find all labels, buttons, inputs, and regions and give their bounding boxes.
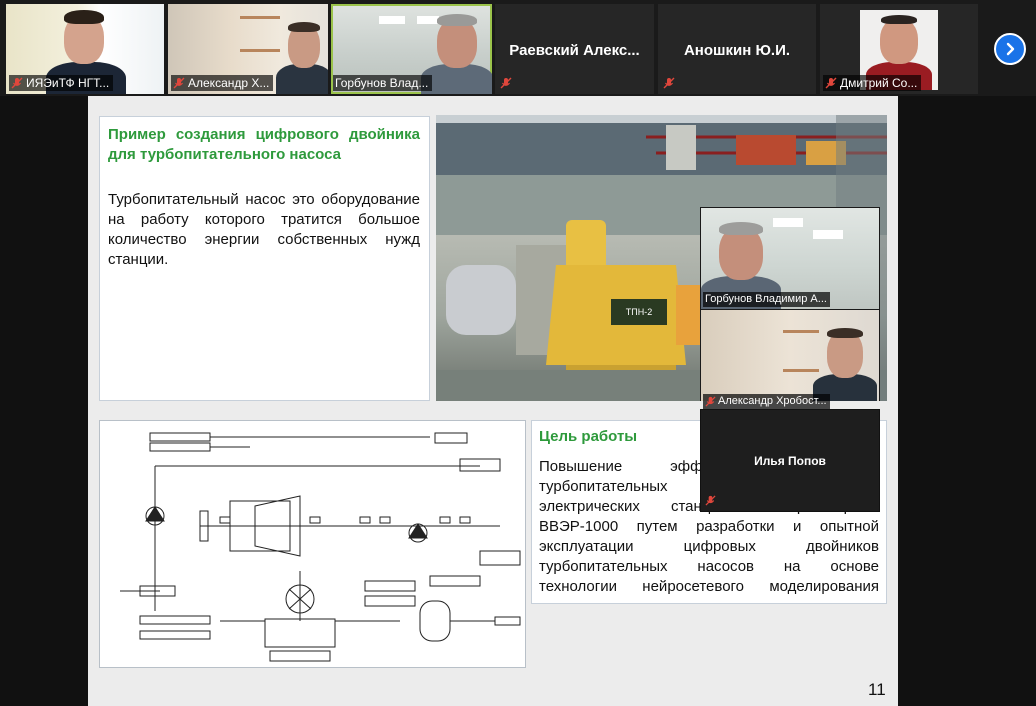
participant-name-tag: Александр Х... (171, 75, 274, 91)
participant-name-tag: Александр Хробост... (703, 394, 830, 409)
ceiling-light (379, 16, 405, 24)
participant-video (276, 22, 328, 94)
participant-name: Горбунов Влад... (335, 76, 429, 90)
participant-name: Аношкин Ю.И. (683, 42, 791, 59)
participant-name-tag: Горбунов Влад... (333, 75, 433, 91)
participant-tile[interactable]: Дмитрий Со... (820, 4, 978, 94)
floating-participant-tile[interactable] (700, 309, 880, 401)
participant-tile[interactable]: ИЯЭиТФ НГТ... (6, 4, 164, 94)
floating-participant-name-overlay: Александр Хробост... (701, 393, 879, 409)
mic-off-icon (825, 77, 837, 89)
floating-participant-tile[interactable]: Горбунов Владимир А... (700, 207, 880, 310)
mic-off-icon (705, 495, 716, 506)
mic-off-icon (173, 77, 185, 89)
participant-name: Александр Хробост... (718, 395, 827, 407)
participant-tile[interactable]: Аношкин Ю.И. (658, 4, 816, 94)
ceiling-light (813, 230, 843, 239)
participant-tile[interactable]: Александр Х... (168, 4, 328, 94)
participant-video (813, 328, 877, 401)
mic-off-icon (663, 77, 675, 89)
participant-name: ИЯЭиТФ НГТ... (26, 76, 110, 90)
screen-share-area: Пример создания цифрового двойника для т… (0, 96, 1036, 706)
participant-name: Илья Попов (754, 454, 826, 468)
pump-process-diagram (99, 420, 526, 668)
mic-off-icon (705, 396, 716, 407)
participant-name: Александр Х... (188, 76, 270, 90)
slide-page-number: 11 (868, 680, 886, 699)
intro-card: Пример создания цифрового двойника для т… (99, 116, 430, 401)
mic-off-icon (500, 77, 512, 89)
pump-label: ТПН-2 (626, 307, 652, 317)
participant-name: Раевский Алекс... (509, 42, 640, 59)
intro-text: Турбопитательный насос это оборудование … (108, 191, 420, 268)
next-participants-button[interactable] (994, 33, 1026, 65)
participant-tile-active[interactable]: Горбунов Влад... (331, 4, 492, 94)
process-scheme-illustration (120, 432, 521, 662)
intro-title: Пример создания цифрового двойника для т… (108, 126, 420, 163)
presentation-slide: Пример создания цифрового двойника для т… (88, 96, 898, 706)
participant-name: Горбунов Владимир А... (705, 293, 827, 305)
participant-name-tag: Дмитрий Со... (823, 75, 922, 91)
goal-title: Цель работы (539, 428, 638, 445)
floating-participant-tile[interactable]: Илья Попов (700, 409, 880, 512)
chevron-right-icon (1006, 42, 1015, 56)
participant-name: Дмитрий Со... (840, 76, 918, 90)
participant-tile[interactable]: Раевский Алекс... (495, 4, 654, 94)
participant-strip: ИЯЭиТФ НГТ... Александр Х... Горбунов Вл… (0, 0, 1036, 96)
participant-name-tag: ИЯЭиТФ НГТ... (9, 75, 114, 91)
participant-name-tag: Горбунов Владимир А... (703, 292, 830, 307)
shelf-decoration (240, 16, 280, 52)
mic-off-icon (11, 77, 23, 89)
turbine-pump-photo: ТПН-2 Горбунов Владимир А... (436, 115, 887, 401)
